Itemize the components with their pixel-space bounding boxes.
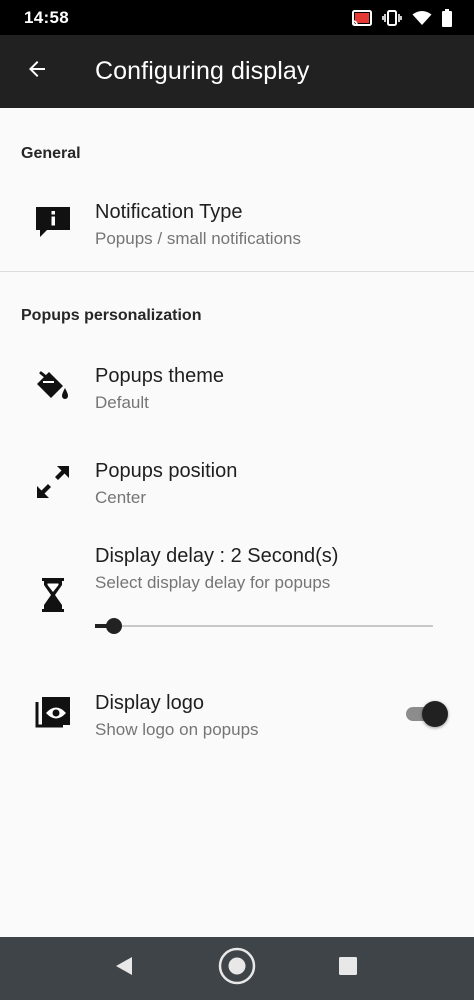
info-message-icon [34, 204, 72, 242]
slider-track [95, 625, 433, 627]
nav-home-button[interactable] [207, 937, 267, 1000]
triangle-back-icon [114, 955, 134, 982]
popups-position-preference[interactable]: Popups position Center [0, 446, 474, 526]
popups-theme-title: Popups theme [95, 365, 224, 387]
square-recents-icon [338, 956, 358, 981]
cast-icon [352, 9, 372, 26]
popups-position-title: Popups position [95, 460, 238, 482]
expand-arrows-icon [34, 463, 72, 501]
display-logo-preference[interactable]: Display logo Show logo on popups [0, 678, 474, 753]
app-bar: Configuring display [0, 35, 474, 108]
arrow-left-icon [25, 57, 49, 86]
display-logo-switch[interactable] [404, 700, 450, 728]
status-icons [352, 8, 452, 27]
hourglass-icon [34, 576, 72, 614]
display-delay-slider[interactable] [95, 616, 433, 636]
section-header-general: General [21, 145, 81, 162]
switch-thumb [422, 701, 448, 727]
display-delay-title: Display delay : 2 Second(s) [95, 545, 339, 567]
notification-type-summary: Popups / small notifications [95, 229, 301, 248]
nav-recents-button[interactable] [318, 937, 378, 1000]
vibrate-icon [382, 9, 402, 26]
wifi-icon [412, 10, 432, 26]
slider-thumb[interactable] [106, 618, 122, 634]
settings-list: General Notification Type Popups / small… [0, 108, 474, 937]
status-time: 14:58 [24, 7, 69, 27]
popups-position-summary: Center [95, 488, 147, 507]
paint-bucket-icon [34, 368, 72, 406]
logo-eye-icon [34, 695, 72, 733]
navigation-bar [0, 937, 474, 1000]
popups-theme-preference[interactable]: Popups theme Default [0, 351, 474, 431]
status-bar: 14:58 [0, 0, 474, 35]
home-circle-icon [218, 947, 256, 990]
section-header-popups: Popups personalization [21, 307, 202, 324]
notification-type-preference[interactable]: Notification Type Popups / small notific… [0, 188, 474, 268]
display-logo-summary: Show logo on popups [95, 720, 259, 739]
section-divider [0, 271, 474, 272]
nav-back-button[interactable] [94, 937, 154, 1000]
display-logo-title: Display logo [95, 692, 204, 714]
back-button[interactable] [0, 35, 74, 108]
display-delay-summary: Select display delay for popups [95, 573, 331, 592]
popups-theme-summary: Default [95, 393, 149, 412]
notification-type-title: Notification Type [95, 201, 243, 223]
page-title: Configuring display [95, 57, 310, 85]
battery-icon [442, 8, 452, 27]
